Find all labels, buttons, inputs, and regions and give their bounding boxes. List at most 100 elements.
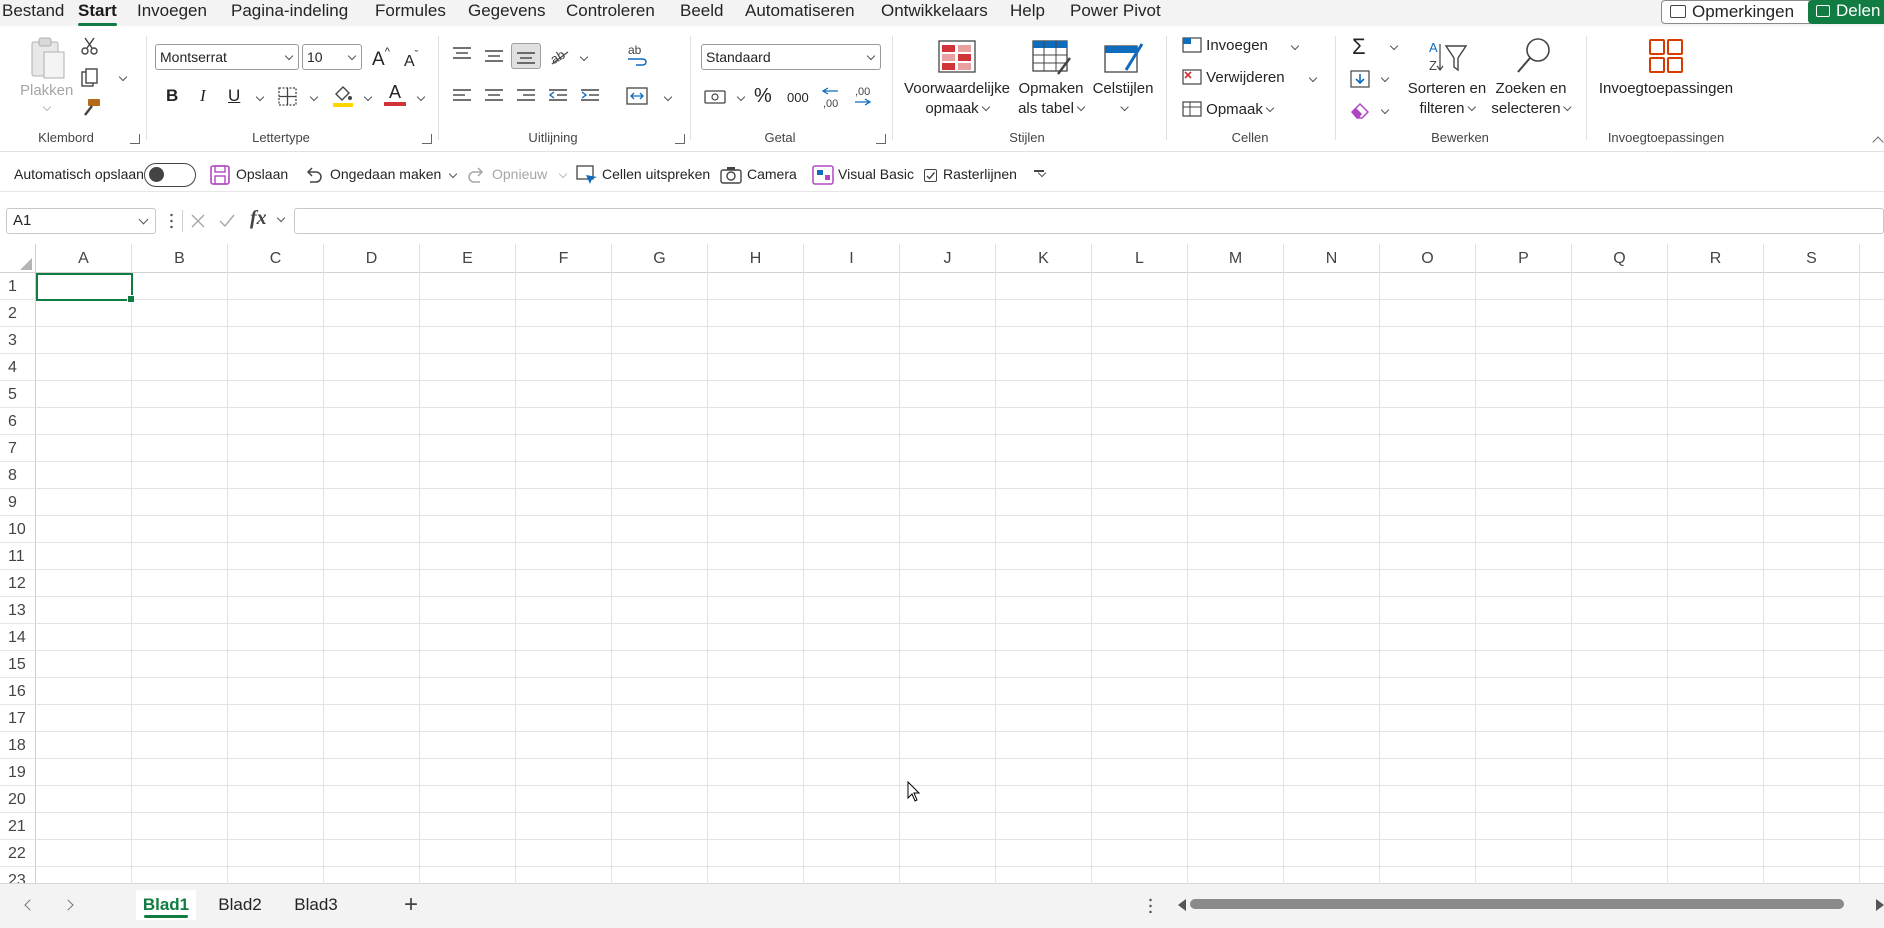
add-ins-button[interactable]: Invoegtoepassingen bbox=[1599, 79, 1733, 99]
undo-dropdown-icon[interactable] bbox=[448, 169, 458, 179]
clear-dropdown-icon[interactable] bbox=[1380, 105, 1390, 115]
active-cell-selection[interactable] bbox=[36, 273, 135, 303]
underline-dropdown-icon[interactable] bbox=[255, 92, 265, 102]
column-header-f[interactable]: F bbox=[516, 244, 612, 273]
format-painter-icon[interactable] bbox=[80, 98, 102, 118]
copy-dropdown-icon[interactable] bbox=[118, 72, 128, 82]
align-left-icon[interactable] bbox=[452, 88, 472, 104]
column-header-k[interactable]: K bbox=[996, 244, 1092, 273]
row-header-18[interactable]: 18 bbox=[0, 732, 36, 759]
row-header-14[interactable]: 14 bbox=[0, 624, 36, 651]
speak-cells-button[interactable]: Cellen uitspreken bbox=[602, 166, 710, 182]
row-header-1[interactable]: 1 bbox=[0, 273, 36, 300]
insert-cells-button[interactable]: Invoegen bbox=[1182, 37, 1268, 54]
paste-button[interactable]: Plakken bbox=[20, 82, 73, 99]
getal-launcher-icon[interactable] bbox=[876, 134, 886, 144]
tab-bestand[interactable]: Bestand bbox=[2, 0, 64, 24]
find-select-button[interactable]: Zoeken en selecteren bbox=[1491, 79, 1572, 119]
row-header-23[interactable]: 23 bbox=[0, 867, 36, 883]
currency-icon[interactable] bbox=[704, 88, 728, 106]
font-size-select[interactable]: 10 bbox=[302, 44, 362, 70]
insert-function-icon[interactable]: fx bbox=[250, 207, 267, 230]
percent-icon[interactable]: % bbox=[754, 85, 772, 108]
gridlines-checkbox[interactable] bbox=[924, 169, 937, 182]
column-header-g[interactable]: G bbox=[612, 244, 708, 273]
paste-icon[interactable] bbox=[28, 36, 68, 80]
row-header-20[interactable]: 20 bbox=[0, 786, 36, 813]
tab-formules[interactable]: Formules bbox=[375, 0, 446, 24]
name-box[interactable]: A1 bbox=[6, 208, 156, 234]
lettertype-launcher-icon[interactable] bbox=[422, 134, 432, 144]
copy-icon[interactable] bbox=[80, 68, 100, 88]
align-middle-icon[interactable] bbox=[484, 48, 504, 64]
scroll-left-icon[interactable] bbox=[1178, 899, 1186, 911]
decrease-font-icon[interactable]: Aˇ bbox=[404, 49, 418, 71]
select-all-button[interactable] bbox=[0, 244, 36, 273]
tab-automatiseren[interactable]: Automatiseren bbox=[745, 0, 855, 24]
row-header-16[interactable]: 16 bbox=[0, 678, 36, 705]
row-header-5[interactable]: 5 bbox=[0, 381, 36, 408]
camera-icon[interactable] bbox=[720, 166, 742, 184]
cells-area[interactable] bbox=[36, 273, 1884, 883]
number-format-select[interactable]: Standaard bbox=[701, 44, 881, 70]
decrease-decimal-icon[interactable]: ,00 bbox=[852, 84, 876, 110]
cancel-entry-icon[interactable] bbox=[190, 213, 206, 229]
fill-color-dropdown-icon[interactable] bbox=[363, 92, 373, 102]
customize-qat-icon[interactable] bbox=[1037, 168, 1047, 178]
function-dropdown-icon[interactable] bbox=[276, 213, 286, 223]
tab-ontwikkelaars[interactable]: Ontwikkelaars bbox=[881, 0, 988, 24]
row-header-7[interactable]: 7 bbox=[0, 435, 36, 462]
find-select-icon[interactable] bbox=[1514, 36, 1554, 76]
tab-start[interactable]: Start bbox=[78, 0, 117, 26]
sheet-tab-blad3[interactable]: Blad3 bbox=[286, 890, 346, 920]
format-cells-button[interactable]: Opmaak bbox=[1182, 101, 1275, 118]
tab-beeld[interactable]: Beeld bbox=[680, 0, 723, 24]
save-icon[interactable] bbox=[210, 165, 230, 185]
row-header-21[interactable]: 21 bbox=[0, 813, 36, 840]
next-sheet-icon[interactable] bbox=[62, 899, 74, 911]
undo-button[interactable]: Ongedaan maken bbox=[330, 166, 441, 182]
italic-icon[interactable]: I bbox=[200, 86, 206, 106]
row-header-9[interactable]: 9 bbox=[0, 489, 36, 516]
column-header-s[interactable]: S bbox=[1764, 244, 1860, 273]
orientation-icon[interactable]: ab bbox=[548, 46, 570, 66]
increase-font-icon[interactable]: A^ bbox=[372, 46, 390, 71]
align-top-icon[interactable] bbox=[452, 46, 472, 62]
autosum-dropdown-icon[interactable] bbox=[1389, 41, 1399, 51]
formula-input[interactable] bbox=[294, 208, 1884, 234]
save-button[interactable]: Opslaan bbox=[236, 166, 288, 182]
collapse-ribbon-icon[interactable] bbox=[1872, 136, 1884, 148]
tab-help[interactable]: Help bbox=[1010, 0, 1045, 24]
sheet-tab-blad1[interactable]: Blad1 bbox=[136, 890, 196, 920]
paste-dropdown-icon[interactable] bbox=[42, 102, 52, 112]
thousands-separator-icon[interactable]: 000 bbox=[787, 90, 809, 105]
borders-dropdown-icon[interactable] bbox=[309, 92, 319, 102]
tab-invoegen[interactable]: Invoegen bbox=[137, 0, 207, 24]
cut-icon[interactable] bbox=[80, 36, 100, 56]
format-as-table-icon[interactable] bbox=[1032, 40, 1072, 76]
tab-controleren[interactable]: Controleren bbox=[566, 0, 655, 24]
column-header-j[interactable]: J bbox=[900, 244, 996, 273]
row-header-17[interactable]: 17 bbox=[0, 705, 36, 732]
row-header-8[interactable]: 8 bbox=[0, 462, 36, 489]
sort-filter-icon[interactable]: A Z bbox=[1428, 36, 1468, 76]
insert-cells-dropdown-icon[interactable] bbox=[1290, 41, 1300, 51]
share-button[interactable]: Delen bbox=[1808, 0, 1884, 24]
row-header-10[interactable]: 10 bbox=[0, 516, 36, 543]
font-color-dropdown-icon[interactable] bbox=[416, 92, 426, 102]
column-header-h[interactable]: H bbox=[708, 244, 804, 273]
column-header-i[interactable]: I bbox=[804, 244, 900, 273]
merge-center-icon[interactable] bbox=[626, 86, 648, 106]
fill-color-icon[interactable] bbox=[332, 84, 354, 108]
column-header-e[interactable]: E bbox=[420, 244, 516, 273]
column-header-q[interactable]: Q bbox=[1572, 244, 1668, 273]
tab-pagina-indeling[interactable]: Pagina-indeling bbox=[231, 0, 348, 24]
row-header-6[interactable]: 6 bbox=[0, 408, 36, 435]
clear-icon[interactable] bbox=[1350, 100, 1372, 120]
conditional-formatting-icon[interactable] bbox=[938, 40, 976, 74]
column-header-m[interactable]: M bbox=[1188, 244, 1284, 273]
tab-gegevens[interactable]: Gegevens bbox=[468, 0, 546, 24]
column-header-l[interactable]: L bbox=[1092, 244, 1188, 273]
orientation-dropdown-icon[interactable] bbox=[579, 52, 589, 62]
cell-styles-button[interactable]: Celstijlen bbox=[1093, 79, 1153, 119]
